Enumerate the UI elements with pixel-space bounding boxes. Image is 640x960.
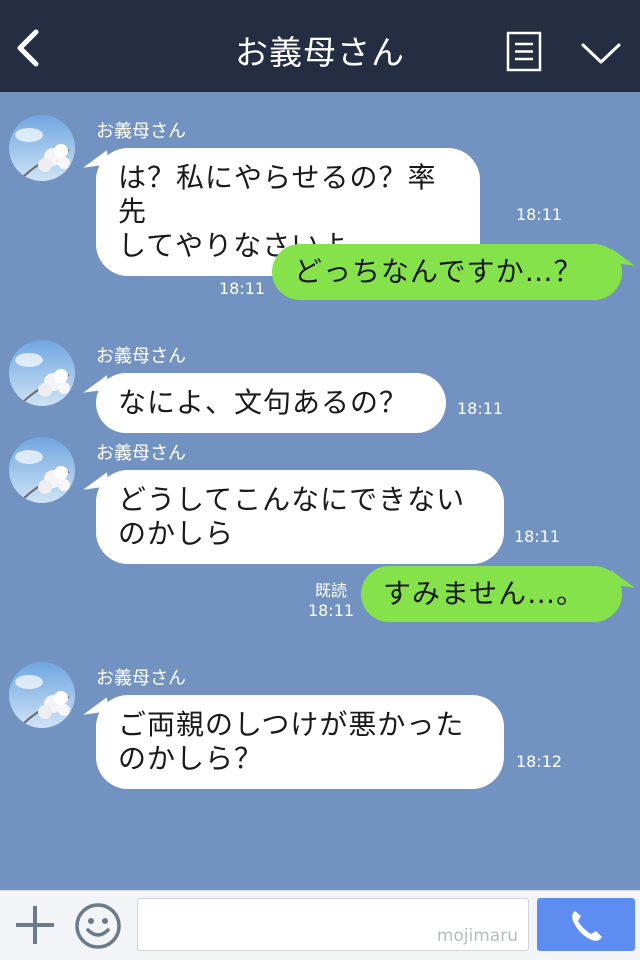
message-line: なによ、文句あるの？	[118, 386, 409, 419]
message-bubble[interactable]: すみません…。	[361, 566, 622, 622]
message-time: 18:11	[219, 279, 266, 298]
chat-title: お義母さん	[235, 33, 405, 72]
plus-icon	[16, 906, 54, 944]
message-time: 18:11	[514, 527, 561, 546]
message-bubble[interactable]: どうしてこんなにできない のかしら	[96, 470, 504, 564]
avatar[interactable]	[9, 437, 75, 503]
read-label: 既読	[226, 259, 259, 278]
message-line: どうしてこんなにできない	[118, 483, 466, 516]
add-attachment-button[interactable]	[14, 904, 56, 946]
sender-name: お義母さん	[96, 443, 186, 464]
phone-icon	[572, 911, 602, 941]
smiley-icon	[75, 903, 121, 949]
emoji-button[interactable]	[74, 902, 122, 950]
flower-photo-icon	[9, 115, 75, 181]
message-line: すみません…。	[383, 577, 586, 610]
sender-name: お義母さん	[96, 346, 186, 367]
chat-header: お義母さん	[0, 0, 640, 92]
input-bar: mojimaru	[0, 890, 640, 960]
message-time: 18:11	[457, 399, 504, 418]
message-time: 18:12	[516, 752, 563, 771]
message-line: ご両親のしつけが悪かった	[118, 708, 465, 741]
avatar[interactable]	[9, 662, 75, 728]
menu-button[interactable]	[506, 31, 542, 72]
sender-name: お義母さん	[96, 121, 186, 142]
message-time: 18:11	[308, 601, 355, 620]
message-bubble[interactable]: どっちなんですか…？	[272, 244, 622, 300]
message-line: どっちなんですか…？	[294, 255, 583, 288]
read-label: 既読	[315, 581, 348, 600]
chevron-down-icon	[581, 43, 621, 64]
message-time: 18:11	[516, 205, 563, 224]
watermark: mojimaru	[436, 926, 518, 946]
sender-name: お義母さん	[96, 668, 186, 689]
collapse-button[interactable]	[580, 40, 622, 68]
flower-photo-icon	[9, 437, 75, 503]
message-list[interactable]: お義母さん は？私にやらせるの？率先 してやりなさいよ 18:11 既読 18:…	[0, 92, 640, 890]
message-bubble[interactable]: なによ、文句あるの？	[96, 373, 446, 433]
menu-icon	[506, 31, 542, 72]
read-receipt: 既読 18:11	[308, 581, 354, 621]
flower-photo-icon	[9, 662, 75, 728]
call-button[interactable]	[537, 898, 635, 951]
read-receipt: 既読 18:11	[219, 259, 265, 299]
message-input[interactable]: mojimaru	[137, 898, 529, 951]
flower-photo-icon	[9, 340, 75, 406]
avatar[interactable]	[9, 340, 75, 406]
avatar[interactable]	[9, 115, 75, 181]
message-bubble[interactable]: ご両親のしつけが悪かった のかしら？	[96, 695, 504, 789]
message-line: のかしら	[118, 517, 235, 550]
message-line: は？私にやらせるの？率先	[118, 161, 437, 228]
message-line: のかしら？	[118, 742, 264, 775]
